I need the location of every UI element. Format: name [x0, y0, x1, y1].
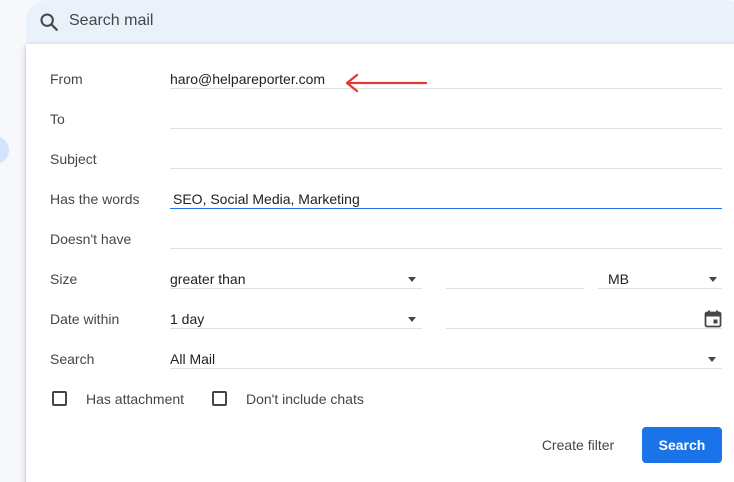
search-in-select[interactable]: All Mail [170, 351, 215, 367]
from-label: From [50, 71, 83, 87]
gmail-advanced-search: Search mail From haro@helpareporter.com … [0, 0, 734, 482]
size-amount-underline [446, 288, 584, 289]
search-placeholder[interactable]: Search mail [69, 12, 153, 30]
annotation-arrow-icon [345, 73, 428, 93]
has-words-label: Has the words [50, 191, 140, 207]
size-label: Size [50, 271, 78, 287]
advanced-search-panel [26, 44, 734, 482]
subject-underline [170, 168, 722, 169]
to-label: To [50, 111, 65, 127]
dont-include-chats-checkbox[interactable] [212, 391, 227, 406]
size-unit-underline [598, 288, 722, 289]
has-words-underline [170, 208, 722, 209]
search-button[interactable]: Search [642, 427, 722, 463]
has-attachment-label: Has attachment [86, 391, 185, 407]
size-unit-select[interactable]: MB [608, 271, 629, 287]
search-icon[interactable] [38, 11, 60, 33]
date-within-label: Date within [50, 311, 120, 327]
calendar-icon[interactable] [704, 310, 722, 328]
dropdown-caret-icon[interactable] [408, 277, 416, 282]
size-comparator-underline [170, 288, 422, 289]
size-comparator-select[interactable]: greater than [170, 271, 246, 287]
has-attachment-checkbox[interactable] [52, 391, 67, 406]
dropdown-caret-icon[interactable] [708, 357, 716, 362]
date-field-underline [446, 328, 722, 329]
sidebar-active-pill[interactable] [0, 136, 9, 164]
from-field[interactable]: haro@helpareporter.com [170, 71, 325, 87]
create-filter-button[interactable]: Create filter [526, 428, 630, 462]
to-underline [170, 128, 722, 129]
has-words-field[interactable]: SEO, Social Media, Marketing [173, 191, 360, 207]
from-underline [170, 88, 722, 89]
date-range-underline [170, 328, 422, 329]
subject-label: Subject [50, 151, 97, 167]
search-in-underline [170, 368, 722, 369]
dropdown-caret-icon[interactable] [408, 317, 416, 322]
dropdown-caret-icon[interactable] [709, 277, 717, 282]
doesnt-have-underline [170, 248, 722, 249]
dont-include-chats-label: Don't include chats [246, 391, 364, 407]
date-range-select[interactable]: 1 day [170, 311, 204, 327]
search-in-label: Search [50, 351, 95, 367]
doesnt-have-label: Doesn't have [50, 231, 132, 247]
